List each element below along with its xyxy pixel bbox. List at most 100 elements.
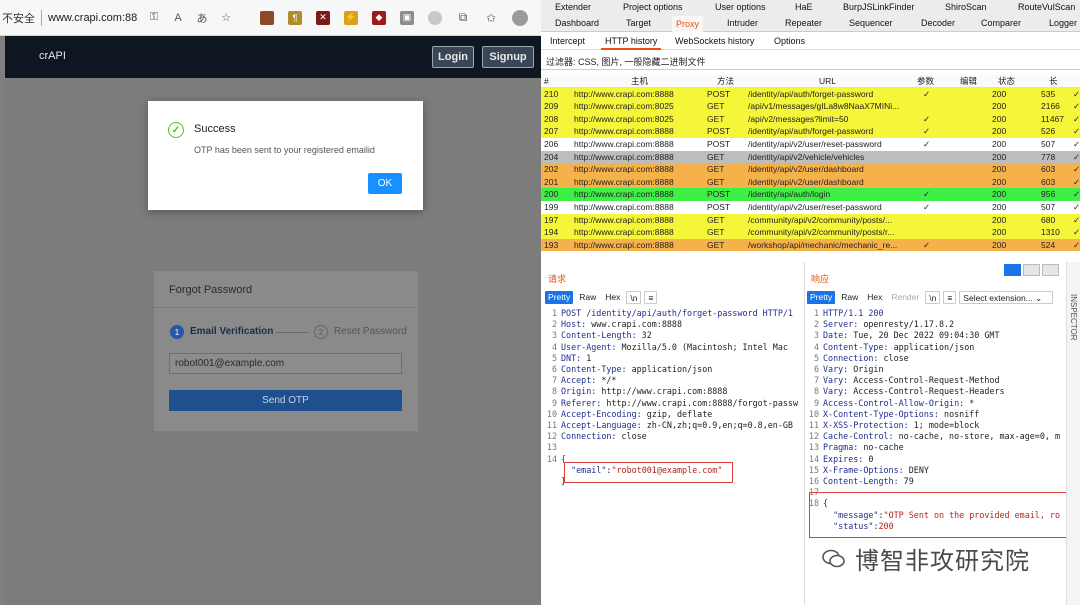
tab-hae[interactable]: HaE xyxy=(795,2,813,12)
code-line: 12 Connection: close xyxy=(545,431,798,442)
tab-dashboard[interactable]: Dashboard xyxy=(555,18,599,28)
code-line: 9 Referer: http://www.crapi.com:8888/forg… xyxy=(545,398,798,409)
col-edited[interactable]: 编辑 xyxy=(960,75,984,88)
brand-logo[interactable]: crAPI xyxy=(39,50,66,62)
tab-proxy[interactable]: Proxy xyxy=(672,16,704,32)
watermark: 博智非攻研究院 xyxy=(821,541,1030,576)
table-row[interactable]: 199 http://www.crapi.com:8888 POST/identit… xyxy=(541,200,1080,214)
layout-horizontal-icon[interactable] xyxy=(1023,264,1040,276)
tab-options[interactable]: Options xyxy=(774,36,805,46)
read-aloud-icon[interactable]: A xyxy=(170,10,186,26)
hex-button[interactable]: Hex xyxy=(602,291,623,304)
line-number: 3 xyxy=(813,330,819,341)
translate-icon[interactable]: あ xyxy=(194,10,210,26)
layout-vertical-icon[interactable] xyxy=(1042,264,1059,276)
code-line: 5 Connection: close xyxy=(807,353,1060,364)
login-button[interactable]: Login xyxy=(432,46,474,68)
menu-icon[interactable]: ≡ xyxy=(943,291,957,304)
tab-decoder[interactable]: Decoder xyxy=(921,18,955,28)
col-num[interactable]: # xyxy=(544,75,568,88)
col-length[interactable]: 长 xyxy=(1049,75,1079,88)
favorite-icon[interactable]: ☆ xyxy=(218,10,234,26)
signup-button[interactable]: Signup xyxy=(482,46,534,68)
extension-icon-3[interactable]: ✕ xyxy=(316,10,330,25)
code-value: Origin xyxy=(848,364,884,375)
line-number: 6 xyxy=(813,364,819,375)
ok-button[interactable]: OK xyxy=(368,173,402,194)
table-row[interactable]: 197 http://www.crapi.com:8888 GET/communit… xyxy=(541,213,1080,227)
tab-http-history[interactable]: HTTP history xyxy=(601,34,662,50)
tab-intruder[interactable]: Intruder xyxy=(727,18,758,28)
pane-divider[interactable] xyxy=(804,262,805,605)
layout-split-icon[interactable] xyxy=(1004,264,1021,276)
extension-icon-4[interactable]: ⚡ xyxy=(344,10,358,25)
table-row[interactable]: 202 http://www.crapi.com:8888 GET/identity… xyxy=(541,163,1080,176)
cell-url: /identity/api/auth/forget-password xyxy=(748,126,874,137)
filter-bar[interactable]: 过滤器: CSS, 图片, 一般隐藏二进制文件 xyxy=(541,52,1080,70)
tab-logger[interactable]: Logger xyxy=(1049,18,1077,28)
render-button[interactable]: Render xyxy=(888,291,922,304)
menu-icon[interactable]: ≡ xyxy=(644,291,658,304)
extension-icon-1[interactable] xyxy=(260,10,274,25)
table-row[interactable]: 200 http://www.crapi.com:8888 POST/identit… xyxy=(541,188,1080,201)
tab-shiroscan[interactable]: ShiroScan xyxy=(945,2,987,12)
table-row[interactable]: 207 http://www.crapi.com:8888 POST/identit… xyxy=(541,125,1080,138)
tab-comparer[interactable]: Comparer xyxy=(981,18,1021,28)
line-number: 12 xyxy=(546,431,557,442)
collections-icon[interactable]: ✩ xyxy=(484,11,498,25)
hex-button[interactable]: Hex xyxy=(864,291,885,304)
col-url[interactable]: URL xyxy=(819,75,979,88)
table-row[interactable]: 204 http://www.crapi.com:8888 GET/identity… xyxy=(541,150,1080,164)
code-key: Server: xyxy=(823,319,859,330)
extension-icon-6[interactable]: ▣ xyxy=(400,10,414,25)
tab-extender[interactable]: Extender xyxy=(555,2,591,12)
row-marker: ✓ xyxy=(1073,164,1080,175)
pretty-button[interactable]: Pretty xyxy=(807,291,836,304)
newline-button[interactable]: \n xyxy=(626,291,642,304)
select-extension-dropdown[interactable]: Select extension... ⌄ xyxy=(959,291,1054,304)
cell-host: http://www.crapi.com:8888 xyxy=(574,164,674,175)
profile-avatar[interactable] xyxy=(512,9,528,26)
col-method[interactable]: 方法 xyxy=(717,75,753,88)
response-toolbar: Pretty Raw Hex Render \n ≡ Select extens… xyxy=(807,291,1054,305)
highlight-box xyxy=(809,492,1067,538)
tab-intercept[interactable]: Intercept xyxy=(550,36,585,46)
key-icon[interactable]: ⚿ xyxy=(146,10,162,26)
raw-button[interactable]: Raw xyxy=(838,291,861,304)
tab-repeater[interactable]: Repeater xyxy=(785,18,822,28)
table-row[interactable]: 209 http://www.crapi.com:8025 GET/api/v1/m… xyxy=(541,100,1080,113)
pretty-button[interactable]: Pretty xyxy=(545,291,574,304)
cell-host: http://www.crapi.com:8025 xyxy=(574,101,674,112)
newline-button[interactable]: \n xyxy=(925,291,941,304)
col-params[interactable]: 参数 xyxy=(917,75,941,88)
tab-project-options[interactable]: Project options xyxy=(623,2,683,12)
tab-user-options[interactable]: User options xyxy=(715,2,766,12)
line-number: 9 xyxy=(813,397,819,408)
table-row[interactable]: 193 http://www.crapi.com:8888 GET/workshop… xyxy=(541,238,1080,252)
extension-icon-7[interactable] xyxy=(428,10,442,25)
step-1-label: Email Verification xyxy=(190,326,274,337)
code-key: Origin: xyxy=(561,386,597,397)
tab-target[interactable]: Target xyxy=(626,18,651,28)
table-row[interactable]: 208 http://www.crapi.com:8025 GET/api/v2/m… xyxy=(541,112,1080,126)
url-field[interactable]: www.crapi.com:88... xyxy=(48,12,138,24)
request-body[interactable]: 1 POST /identity/api/auth/forget-password… xyxy=(545,308,798,487)
send-otp-button[interactable]: Send OTP xyxy=(169,390,402,411)
table-row[interactable]: 206 http://www.crapi.com:8888 POST/identit… xyxy=(541,137,1080,151)
extension-icon-2[interactable]: ¶ xyxy=(288,10,302,25)
table-row[interactable]: 194 http://www.crapi.com:8888 GET/communit… xyxy=(541,226,1080,239)
table-row[interactable]: 201 http://www.crapi.com:8888 GET/identity… xyxy=(541,175,1080,189)
col-status[interactable]: 状态 xyxy=(998,75,1018,88)
extension-icon-5[interactable]: ◆ xyxy=(372,10,386,25)
tab-burpjslinkfinder[interactable]: BurpJSLinkFinder xyxy=(843,2,915,12)
email-input[interactable]: robot001@example.com xyxy=(169,353,402,374)
table-row[interactable]: 210 http://www.crapi.com:8888 POST/identit… xyxy=(541,87,1080,101)
tab-routevulscan[interactable]: RouteVulScan xyxy=(1018,2,1075,12)
puzzle-icon[interactable]: ⧉ xyxy=(456,10,470,25)
raw-button[interactable]: Raw xyxy=(576,291,599,304)
tab-websockets-history[interactable]: WebSockets history xyxy=(675,36,754,46)
row-marker: ✓ xyxy=(1073,88,1080,99)
tab-sequencer[interactable]: Sequencer xyxy=(849,18,893,28)
security-label[interactable]: 不安全 xyxy=(0,10,35,26)
inspector-panel[interactable]: INSPECTOR xyxy=(1066,262,1080,605)
